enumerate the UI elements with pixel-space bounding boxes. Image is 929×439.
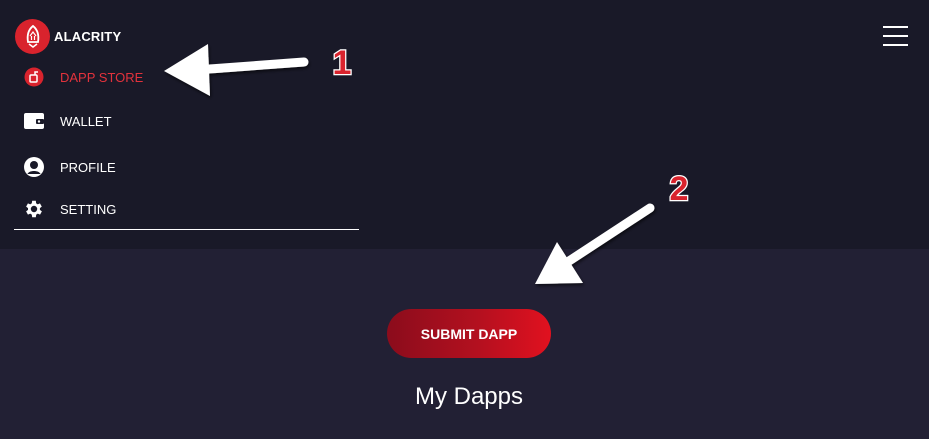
sidebar-item-label: WALLET bbox=[60, 113, 112, 129]
sidebar-item-label: SETTING bbox=[60, 201, 117, 217]
sidebar-item-label: DAPP STORE bbox=[60, 69, 144, 85]
sidebar-divider bbox=[14, 229, 359, 230]
brand[interactable]: ALACRITY bbox=[15, 19, 121, 54]
wallet-icon bbox=[22, 109, 46, 133]
sidebar-item-dapp-store[interactable]: DAPP STORE bbox=[22, 65, 143, 89]
sidebar-item-profile[interactable]: PROFILE bbox=[22, 155, 116, 179]
brand-name: ALACRITY bbox=[54, 29, 122, 44]
hamburger-line bbox=[883, 26, 908, 28]
hamburger-menu-icon[interactable] bbox=[883, 26, 908, 46]
dapp-store-icon bbox=[22, 65, 46, 89]
section-title: My Dapps bbox=[414, 383, 524, 410]
profile-icon bbox=[22, 155, 46, 179]
submit-dapp-button[interactable]: SUBMIT DAPP bbox=[387, 309, 551, 358]
gear-icon bbox=[22, 197, 46, 221]
hamburger-line bbox=[883, 35, 908, 37]
hamburger-line bbox=[883, 44, 908, 46]
top-navigation-panel bbox=[0, 0, 929, 249]
sidebar-item-label: PROFILE bbox=[60, 159, 116, 175]
rocket-icon bbox=[15, 19, 50, 54]
sidebar-item-wallet[interactable]: WALLET bbox=[22, 109, 112, 133]
sidebar-item-setting[interactable]: SETTING bbox=[22, 197, 116, 221]
